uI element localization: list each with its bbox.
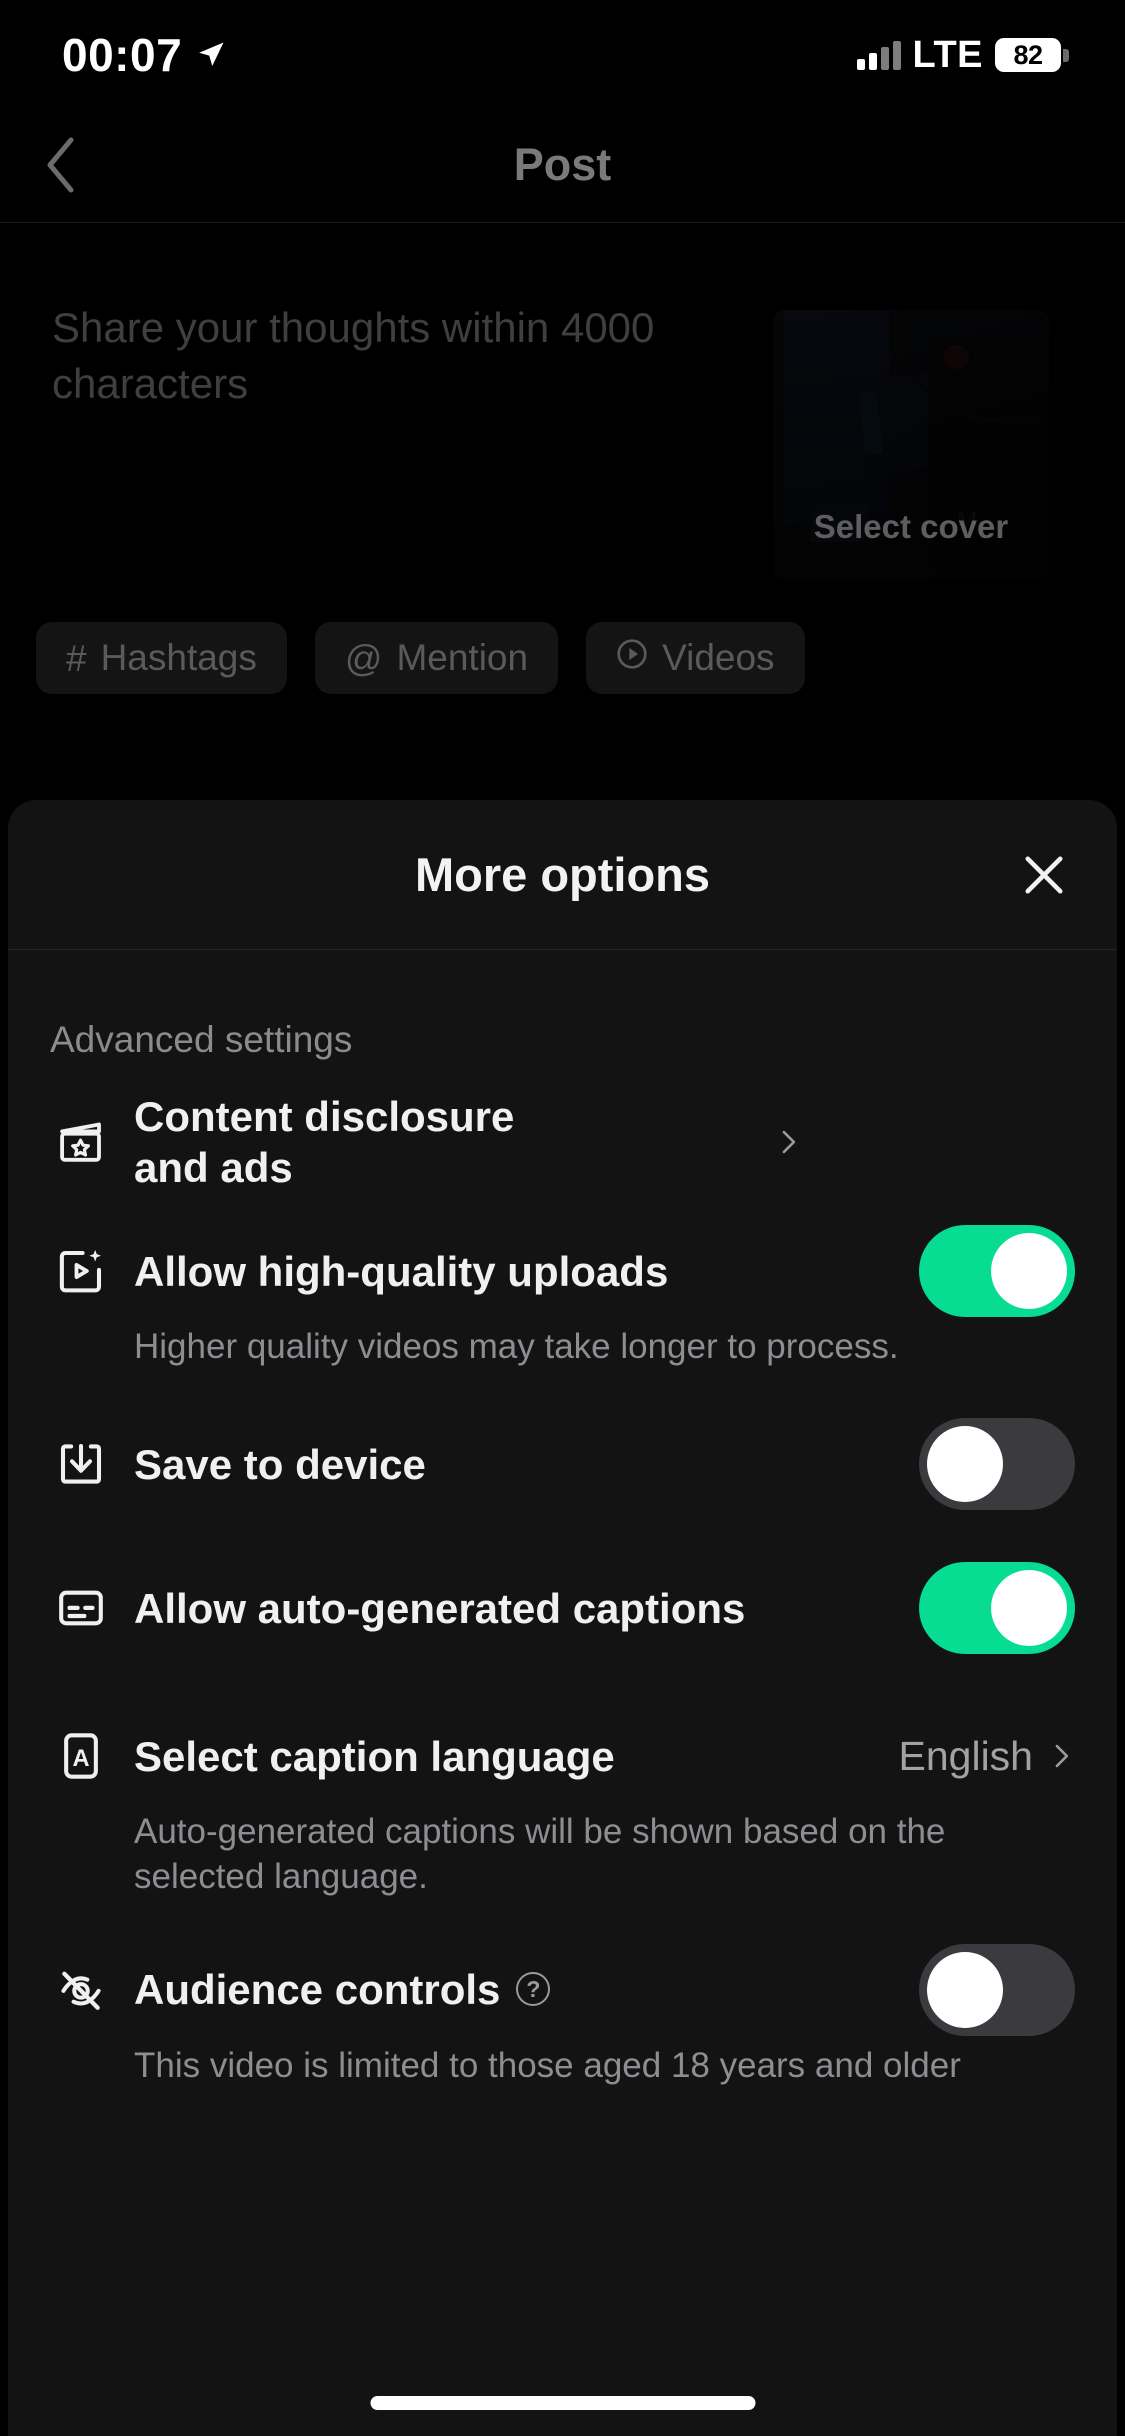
status-bar: 00:07 LTE 82: [0, 0, 1125, 110]
mention-chip-label: Mention: [396, 637, 529, 678]
composer-chip-row: # Hashtags @ Mention Videos: [36, 622, 805, 694]
high-quality-uploads-toggle[interactable]: [919, 1225, 1075, 1318]
battery-level: 82: [1013, 39, 1043, 70]
hq-video-icon: [50, 1240, 112, 1302]
close-icon: [1025, 855, 1063, 894]
status-bar-right: LTE 82: [856, 33, 1069, 77]
play-circle-icon: [616, 637, 648, 679]
back-button[interactable]: [30, 135, 90, 195]
at-icon: @: [344, 637, 383, 679]
hash-icon: #: [66, 637, 87, 679]
network-label: LTE: [912, 33, 983, 76]
chevron-left-icon: [47, 137, 74, 193]
hashtags-chip-label: Hashtags: [100, 637, 257, 678]
content-disclosure-icon: [50, 1111, 112, 1173]
select-cover-button[interactable]: Select cover: [773, 508, 1049, 546]
mention-chip[interactable]: @ Mention: [314, 622, 559, 694]
download-icon: [50, 1433, 112, 1495]
audience-controls-label: Audience controls: [134, 1966, 501, 2014]
phone-screen: 00:07 LTE 82 Post Share your thoughts wi…: [0, 0, 1125, 2436]
setting-content-disclosure[interactable]: Content disclosure and ads: [44, 1061, 1081, 1193]
more-options-sheet: More options Advanced settings Content d…: [8, 800, 1117, 2436]
auto-captions-label: Allow auto-generated captions: [134, 1584, 746, 1632]
status-bar-left: 00:07: [62, 28, 226, 82]
setting-auto-captions[interactable]: Allow auto-generated captions: [44, 1512, 1081, 1656]
hashtags-chip[interactable]: # Hashtags: [36, 622, 287, 694]
location-arrow-icon: [196, 40, 226, 70]
composer-divider: [0, 222, 1125, 223]
videos-chip-label: Videos: [662, 637, 775, 678]
letter-a-box-icon: A: [50, 1725, 112, 1787]
page-title: Post: [513, 139, 612, 190]
setting-audience-controls[interactable]: Audience controls? This video is limited…: [44, 1900, 1081, 2089]
save-to-device-label: Save to device: [134, 1440, 426, 1488]
question-mark-icon[interactable]: ?: [516, 1972, 551, 2007]
captions-icon: [50, 1577, 112, 1639]
caption-language-subtitle: Auto-generated captions will be shown ba…: [134, 1812, 946, 1897]
setting-high-quality-uploads[interactable]: Allow high-quality uploads Higher qualit…: [44, 1193, 1081, 1370]
high-quality-uploads-label: Allow high-quality uploads: [134, 1247, 669, 1295]
setting-caption-language[interactable]: A Select caption language English Auto-g…: [44, 1656, 1081, 1900]
home-indicator: [370, 2396, 755, 2410]
audience-controls-subtitle: This video is limited to those aged 18 y…: [134, 2045, 961, 2085]
caption-input-placeholder[interactable]: Share your thoughts within 4000 characte…: [52, 300, 692, 413]
sheet-title: More options: [414, 848, 711, 901]
navigation-bar: Post: [0, 110, 1125, 220]
battery-tip: [1063, 48, 1069, 62]
caption-language-value: English: [898, 1732, 1033, 1779]
high-quality-uploads-subtitle: Higher quality videos may take longer to…: [134, 1327, 899, 1367]
audience-controls-toggle[interactable]: [919, 1943, 1075, 2036]
caption-language-label: Select caption language: [134, 1732, 615, 1780]
advanced-settings-label: Advanced settings: [50, 1019, 353, 1060]
content-disclosure-label: Content disclosure and ads: [134, 1093, 515, 1192]
videos-chip[interactable]: Videos: [586, 622, 805, 694]
cellular-signal-icon: [856, 40, 901, 70]
battery-indicator: 82: [995, 38, 1069, 72]
eye-off-icon: [50, 1959, 112, 2021]
chevron-right-icon[interactable]: [1047, 1742, 1075, 1770]
svg-text:A: A: [72, 1746, 89, 1772]
auto-captions-toggle[interactable]: [919, 1562, 1075, 1655]
sheet-body: Advanced settings Content disclosure and…: [8, 951, 1117, 2436]
status-time: 00:07: [62, 29, 183, 81]
save-to-device-toggle[interactable]: [919, 1418, 1075, 1511]
sheet-header: More options: [8, 800, 1117, 950]
chevron-right-icon[interactable]: [774, 1128, 802, 1156]
close-button[interactable]: [1011, 842, 1077, 908]
setting-save-to-device[interactable]: Save to device: [44, 1370, 1081, 1512]
